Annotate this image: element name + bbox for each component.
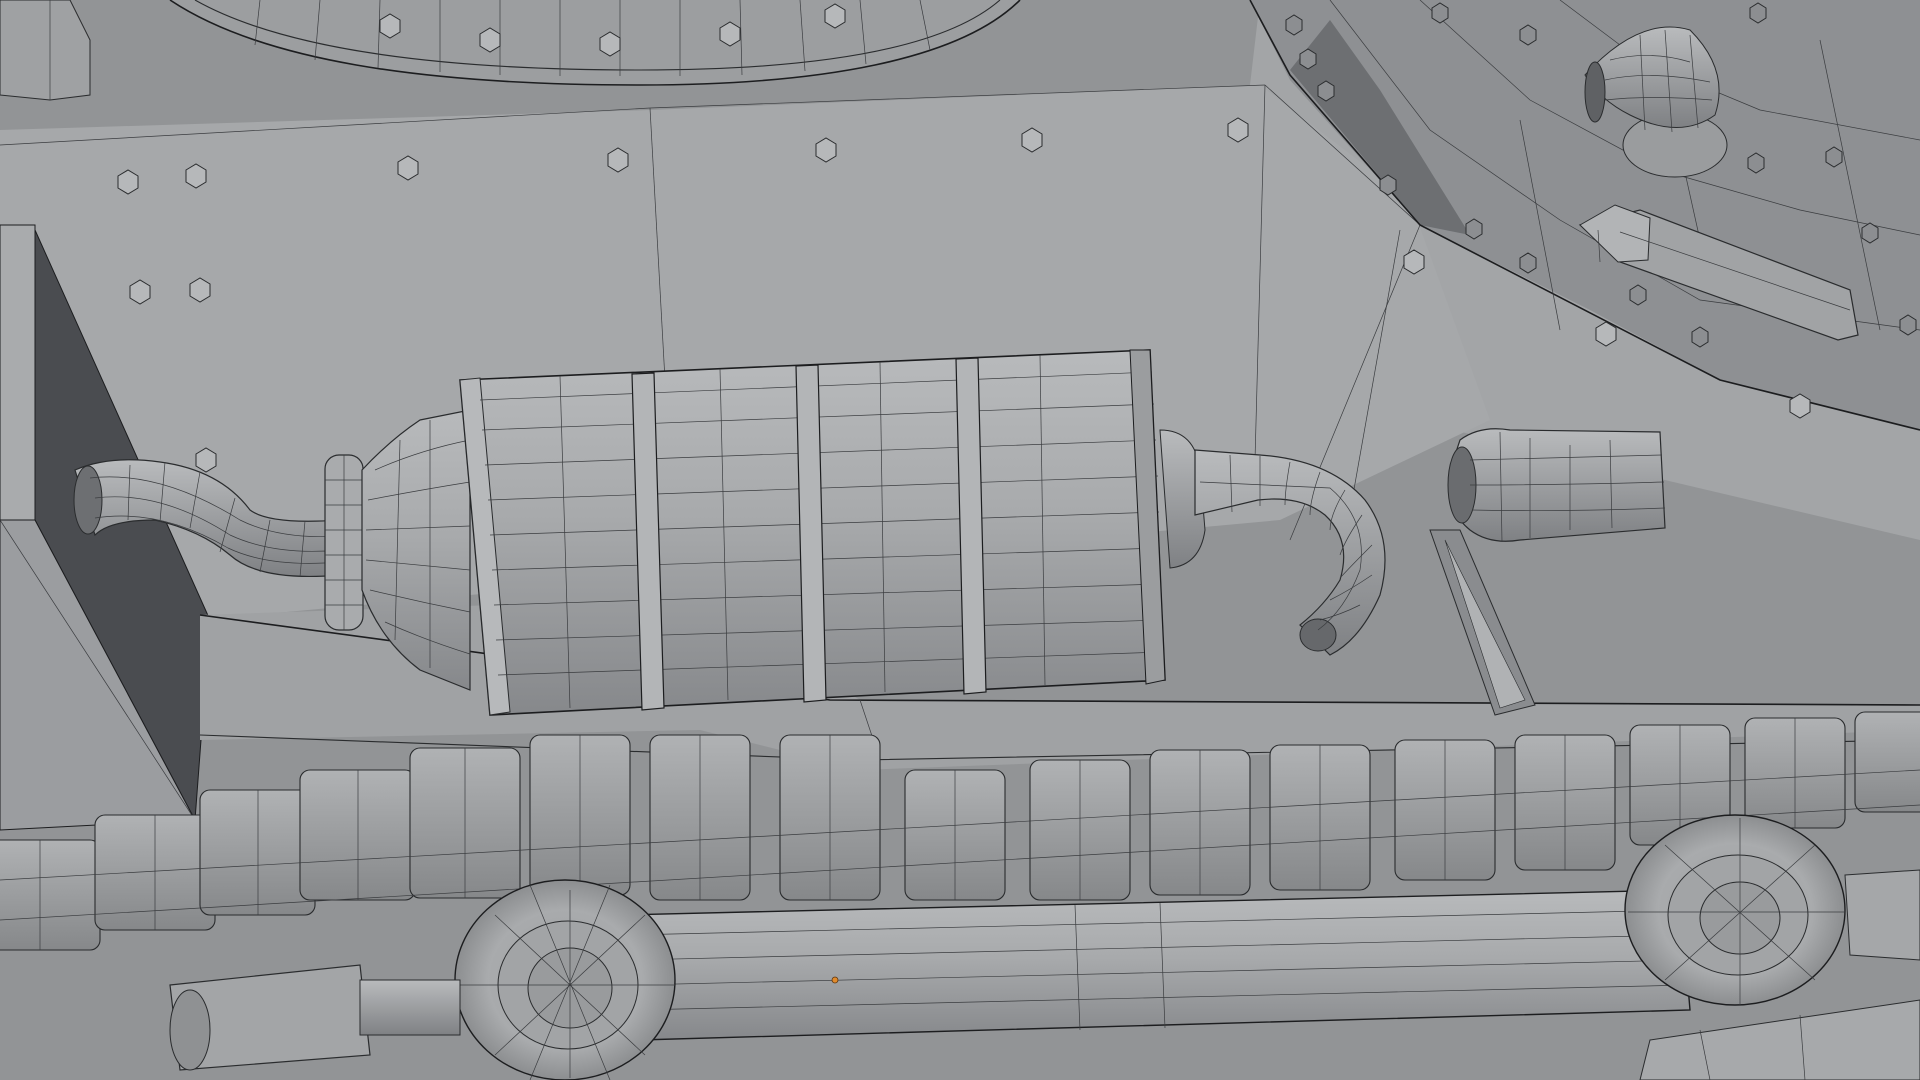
road-wheel-right xyxy=(1624,814,1920,1006)
scene-canvas[interactable] xyxy=(0,0,1920,1080)
return-roller xyxy=(619,889,1691,1041)
turret-ring xyxy=(169,0,1021,86)
muffler xyxy=(361,349,1206,716)
exhaust-flare-nozzle xyxy=(1447,428,1666,543)
3d-viewport[interactable] xyxy=(0,0,1920,1080)
road-wheel-left xyxy=(454,879,676,1080)
upper-left-bracket xyxy=(0,0,91,101)
origin-dot-icon[interactable] xyxy=(831,976,839,984)
